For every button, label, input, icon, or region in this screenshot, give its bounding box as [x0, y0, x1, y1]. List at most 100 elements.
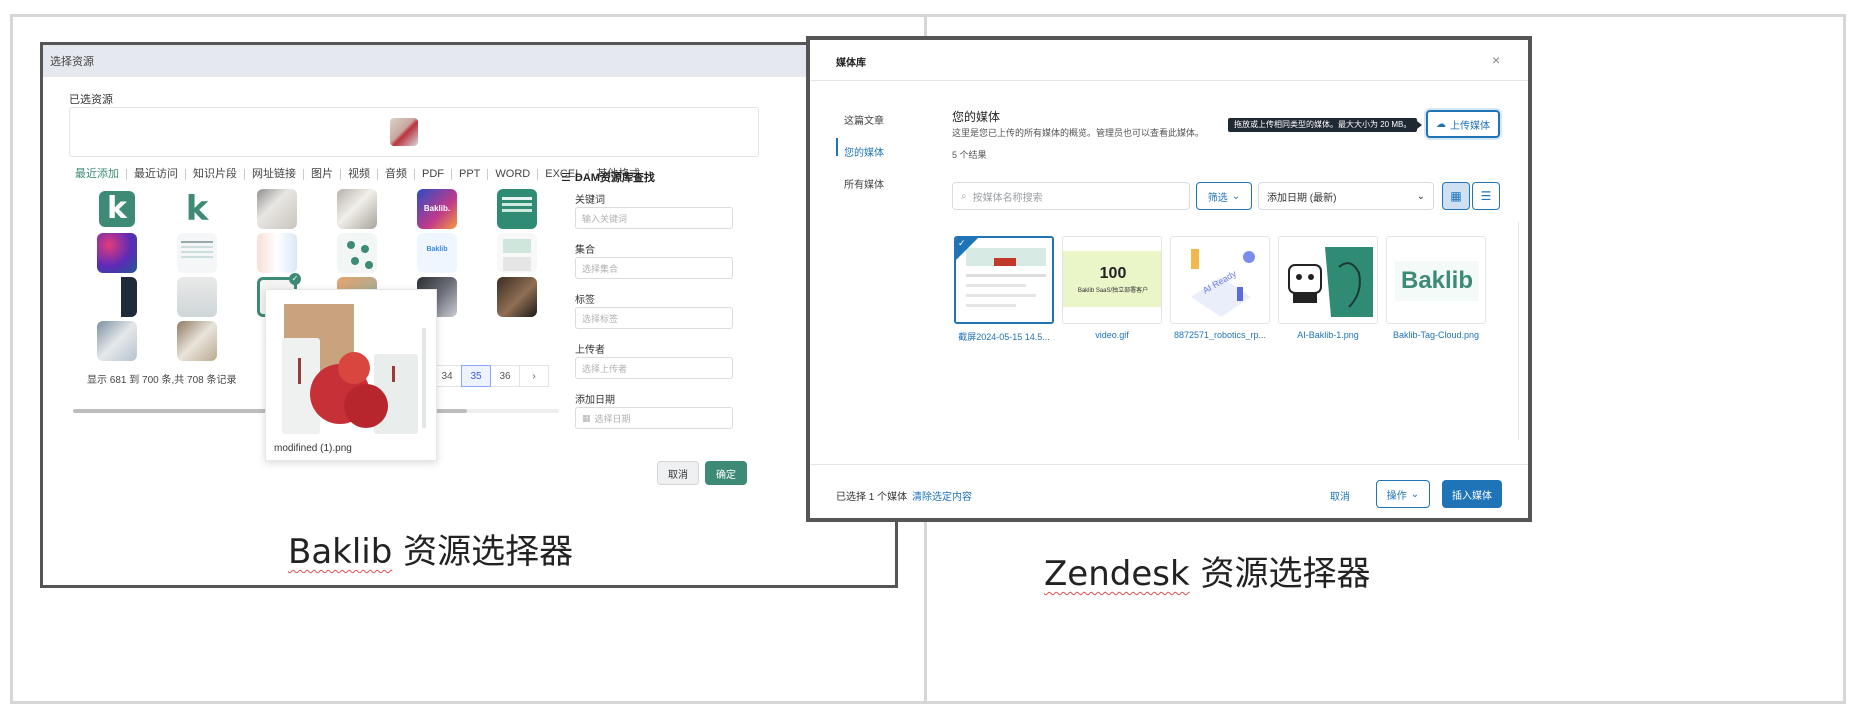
list-view-button[interactable]: ☰: [1472, 182, 1500, 210]
resource-thumb[interactable]: k: [97, 189, 137, 229]
tab-video[interactable]: 视频: [341, 169, 378, 180]
media-card[interactable]: AI Ready: [1170, 236, 1270, 324]
list-icon: ☰: [1480, 189, 1492, 203]
tab-ppt[interactable]: PPT: [452, 169, 489, 180]
media-search-input[interactable]: ⌕ 按媒体名称搜索: [952, 182, 1190, 210]
calendar-icon: ▦: [582, 412, 591, 423]
nav-your-media[interactable]: 您的媒体: [844, 144, 884, 159]
resource-thumb[interactable]: [497, 277, 537, 317]
tab-links[interactable]: 网址链接: [245, 169, 304, 180]
video-gif-caption: Baklib SaaS/独立部署客户: [1077, 288, 1149, 294]
selected-resources-label: 已选资源: [69, 94, 113, 106]
your-media-description: 这里是您已上传的所有媒体的概览。管理员也可以查看此媒体。: [952, 128, 1205, 138]
date-picker[interactable]: ▦ 选择日期: [575, 407, 733, 429]
selected-resource-thumb[interactable]: [390, 118, 418, 146]
uploader-placeholder: 选择上传者: [582, 363, 628, 374]
tab-images[interactable]: 图片: [304, 169, 341, 180]
resource-thumb[interactable]: [257, 233, 297, 273]
footer-divider: [810, 464, 1528, 465]
baklib-resource-dialog: 选择资源 + 上传 已选资源 最近添加 最近访问 知识片段 网址链接 图片 视频…: [40, 42, 898, 588]
tab-snippets[interactable]: 知识片段: [186, 169, 245, 180]
filter-button[interactable]: 筛选 ⌄: [1196, 182, 1252, 210]
tab-word[interactable]: WORD: [488, 169, 539, 180]
resource-thumb[interactable]: Baklib: [417, 233, 457, 273]
media-scrollbar[interactable]: [1518, 222, 1528, 440]
nav-all-media[interactable]: 所有媒体: [844, 176, 884, 191]
tab-recent-visited[interactable]: 最近访问: [127, 169, 186, 180]
actions-button[interactable]: 操作 ⌄: [1376, 480, 1430, 508]
tab-recent-added[interactable]: 最近添加: [75, 169, 127, 180]
cups-pomegranate-illustration: [282, 304, 426, 434]
media-library-title: 媒体库: [836, 58, 866, 69]
next-page-button[interactable]: ›: [519, 365, 549, 387]
resource-thumb[interactable]: [97, 277, 137, 317]
media-card-name[interactable]: AI-Baklib-1.png: [1278, 330, 1378, 340]
close-icon[interactable]: ×: [1492, 52, 1500, 68]
preview-filename: modifined (1).png: [274, 443, 352, 454]
baklib-caption-text: 资源选择器: [392, 532, 574, 572]
resource-thumb[interactable]: [337, 189, 377, 229]
media-card-name[interactable]: video.gif: [1062, 330, 1162, 340]
media-card[interactable]: [1278, 236, 1378, 324]
search-icon: ⌕: [961, 190, 967, 202]
resource-thumb[interactable]: [497, 189, 537, 229]
zendesk-cancel-button[interactable]: 取消: [1330, 488, 1350, 503]
preview-image: [274, 298, 426, 438]
baklib-confirm-button[interactable]: 确定: [705, 461, 747, 485]
resource-thumb[interactable]: Baklib.: [417, 189, 457, 229]
keyword-placeholder: 输入关键词: [582, 213, 628, 224]
header-divider: [810, 80, 1528, 81]
zendesk-media-library-dialog: 媒体库 × 这篇文章 您的媒体 所有媒体 您的媒体 这里是您已上传的所有媒体的概…: [806, 36, 1532, 522]
collection-select[interactable]: 选择集合: [575, 257, 733, 279]
baklib-logo-icon: k: [99, 191, 135, 227]
video-gif-number: 100: [1099, 265, 1127, 282]
nav-active-indicator: [836, 138, 838, 156]
media-card-selected[interactable]: ✓: [954, 236, 1054, 324]
resource-thumb[interactable]: [97, 233, 137, 273]
nav-this-article[interactable]: 这篇文章: [844, 112, 884, 127]
date-label: 添加日期: [575, 395, 615, 406]
baklib-header: 选择资源 + 上传: [43, 45, 895, 77]
resource-thumb[interactable]: [97, 321, 137, 361]
media-card-name[interactable]: 8872571_robotics_rp...: [1170, 330, 1270, 340]
resource-thumb[interactable]: [177, 321, 217, 361]
media-card-name[interactable]: 截屏2024-05-15 14.5...: [954, 330, 1054, 343]
resource-thumb[interactable]: [257, 189, 297, 229]
media-card[interactable]: Baklib: [1386, 236, 1486, 324]
collection-placeholder: 选择集合: [582, 263, 619, 274]
keyword-input[interactable]: 输入关键词: [575, 207, 733, 229]
zendesk-caption-text: 资源选择器: [1189, 554, 1371, 594]
media-card-name[interactable]: Baklib-Tag-Cloud.png: [1386, 330, 1486, 340]
chevron-down-icon: ⌄: [1416, 190, 1425, 202]
resource-thumb[interactable]: [337, 233, 377, 273]
upload-media-button[interactable]: ☁ 上传媒体: [1426, 110, 1500, 138]
uploader-label: 上传者: [575, 345, 605, 356]
tag-select[interactable]: 选择标签: [575, 307, 733, 329]
page-35[interactable]: 35: [461, 365, 491, 387]
page-36[interactable]: 36: [490, 365, 520, 387]
grid-view-button[interactable]: ▦: [1442, 182, 1470, 210]
cloud-upload-icon: ☁: [1436, 118, 1446, 130]
tab-audio[interactable]: 音频: [378, 169, 415, 180]
dam-search-toggle[interactable]: ☰ DAM资源库查找: [561, 169, 655, 185]
collection-label: 集合: [575, 245, 595, 256]
baklib-cancel-button[interactable]: 取消: [657, 461, 699, 485]
baklib-header-title: 选择资源: [50, 56, 94, 68]
insert-media-button[interactable]: 插入媒体: [1442, 480, 1502, 508]
sort-select[interactable]: 添加日期 (最新) ⌄: [1258, 182, 1434, 210]
resource-thumb[interactable]: [177, 233, 217, 273]
tag-placeholder: 选择标签: [582, 313, 619, 324]
zendesk-caption-brand: Zendesk: [1044, 554, 1190, 594]
list-icon: ☰: [561, 171, 571, 184]
uploader-select[interactable]: 选择上传者: [575, 357, 733, 379]
results-count: 5 个结果: [952, 150, 987, 160]
tab-pdf[interactable]: PDF: [415, 169, 452, 180]
resource-thumb[interactable]: k: [177, 189, 217, 229]
sort-label: 添加日期 (最新): [1267, 192, 1337, 204]
clear-selection-link[interactable]: 清除选定内容: [912, 488, 972, 503]
selected-check-icon: ✓: [956, 238, 978, 260]
resource-thumb[interactable]: [497, 233, 537, 273]
resource-thumb[interactable]: [177, 277, 217, 317]
media-card[interactable]: 100 Baklib SaaS/独立部署客户: [1062, 236, 1162, 324]
zendesk-caption: Zendesk 资源选择器: [1044, 546, 1370, 595]
